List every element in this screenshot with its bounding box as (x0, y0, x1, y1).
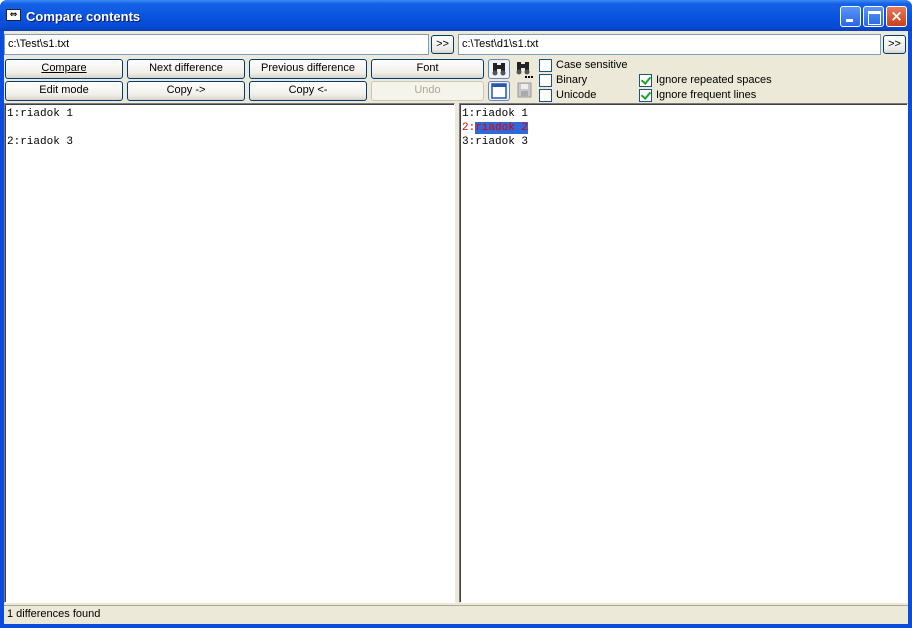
view-toggle-button[interactable] (488, 81, 510, 101)
window-icon (491, 83, 507, 99)
compare-label: Compare (41, 62, 87, 74)
right-path-input[interactable]: c:\Test\d1\s1.txt (458, 34, 881, 55)
ignore-repeated-spaces-label: Ignore repeated spaces (656, 74, 772, 86)
left-browse-button[interactable]: >> (431, 35, 454, 54)
line-number: 3: (462, 136, 476, 148)
undo-button[interactable]: Undo (371, 81, 484, 101)
copy-left-button[interactable]: Copy <- (249, 81, 367, 101)
left-path-input[interactable]: c:\Test\s1.txt (4, 34, 429, 55)
right-browse-button[interactable]: >> (883, 35, 906, 54)
title-bar[interactable]: ⇔ Compare contents × (0, 0, 912, 31)
find-button[interactable] (488, 59, 510, 79)
status-bar: 1 differences found (4, 605, 908, 623)
left-text-pane[interactable]: 1:riadok 1 2:riadok 3 (4, 103, 455, 603)
edit-mode-button[interactable]: Edit mode (5, 81, 123, 101)
binary-label: Binary (556, 74, 588, 86)
close-icon[interactable]: × (886, 6, 907, 27)
previous-difference-button[interactable]: Previous difference (249, 59, 367, 79)
line-number: 1: (462, 108, 476, 120)
ignore-repeated-spaces-option[interactable]: Ignore repeated spaces (639, 73, 772, 87)
font-button[interactable]: Font (371, 59, 484, 79)
unicode-option[interactable]: Unicode (539, 88, 596, 102)
maximize-icon[interactable] (863, 6, 884, 27)
find-next-button[interactable] (514, 59, 536, 79)
minimize-icon[interactable] (840, 6, 861, 27)
binoculars-icon (492, 63, 506, 76)
left-line: 2:riadok 3 (7, 136, 74, 148)
line-text: riadok 3 (475, 136, 529, 148)
left-line: 1:riadok 1 (7, 108, 74, 120)
ignore-frequent-lines-label: Ignore frequent lines (656, 89, 757, 101)
compare-window: ⇔ Compare contents × c:\Test\s1.txt >> c… (0, 0, 912, 628)
ignore-frequent-lines-option[interactable]: Ignore frequent lines (639, 88, 756, 102)
ignore-frequent-lines-checkbox[interactable] (639, 88, 652, 102)
case-sensitive-option[interactable]: Case sensitive (539, 58, 628, 72)
binary-checkbox[interactable] (539, 73, 552, 87)
app-icon: ⇔ (6, 9, 21, 21)
save-button[interactable] (514, 81, 536, 101)
save-icon (517, 82, 532, 98)
unicode-label: Unicode (556, 89, 597, 101)
client-area: c:\Test\s1.txt >> c:\Test\d1\s1.txt >> C… (4, 31, 908, 624)
line-number: 2: (462, 122, 476, 134)
case-sensitive-label: Case sensitive (556, 59, 628, 71)
binoculars-dots-icon (516, 62, 533, 78)
line-text: riadok 2 (475, 122, 529, 134)
next-difference-button[interactable]: Next difference (127, 59, 245, 79)
left-line (7, 121, 452, 135)
case-sensitive-checkbox[interactable] (539, 58, 552, 72)
unicode-checkbox[interactable] (539, 88, 552, 102)
binary-option[interactable]: Binary (539, 73, 587, 87)
window-title: Compare contents (26, 9, 141, 24)
copy-right-button[interactable]: Copy -> (127, 81, 245, 101)
right-line-diff: 2:riadok 2 (462, 121, 905, 135)
compare-button[interactable]: Compare (5, 59, 123, 79)
right-text-pane[interactable]: 1:riadok 1 2:riadok 2 3:riadok 3 (459, 103, 908, 603)
right-line: 1:riadok 1 (462, 107, 905, 121)
ignore-repeated-spaces-checkbox[interactable] (639, 73, 652, 87)
right-line: 3:riadok 3 (462, 135, 905, 149)
line-text: riadok 1 (475, 108, 529, 120)
